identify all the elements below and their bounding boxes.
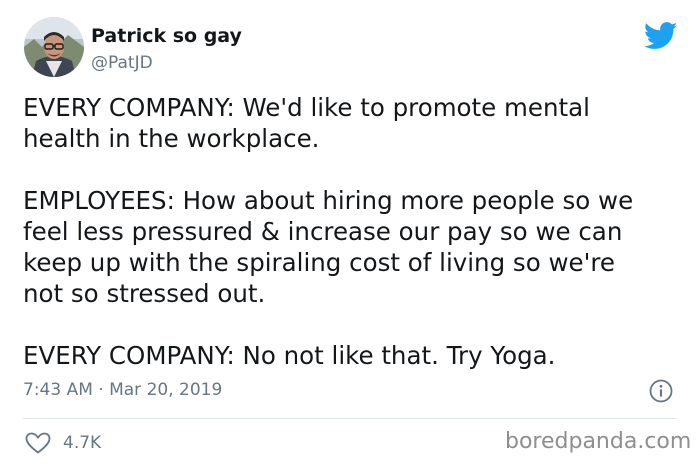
heart-icon[interactable] [25,432,51,454]
tweet-line: EVERY COMPANY: We'd like to promote ment… [23,93,590,122]
twitter-bird-icon[interactable] [643,22,678,50]
divider [23,418,676,419]
tweet-line: EVERY COMPANY: No not like that. Try Yog… [23,341,556,370]
tweet-line: health in the workplace. [23,124,320,153]
tweet-timestamp[interactable]: 7:43 AM · Mar 20, 2019 [23,378,222,402]
avatar[interactable] [24,17,84,77]
tweet-card: Patrick so gay @PatJD EVERY COMPANY: We'… [0,0,700,471]
info-icon[interactable] [648,378,674,404]
tweet-line: keep up with the spiraling cost of livin… [23,248,615,277]
author-handle[interactable]: @PatJD [91,52,153,74]
tweet-text: EVERY COMPANY: We'd like to promote ment… [23,92,683,371]
tweet-line: EMPLOYEES: How about hiring more people … [23,186,634,215]
watermark: boredpanda.com [505,429,692,454]
author-display-name[interactable]: Patrick so gay [91,24,242,48]
tweet-line: not so stressed out. [23,279,266,308]
likes-count[interactable]: 4.7K [63,431,101,455]
tweet-line: feel less pressured & increase our pay s… [23,217,623,246]
